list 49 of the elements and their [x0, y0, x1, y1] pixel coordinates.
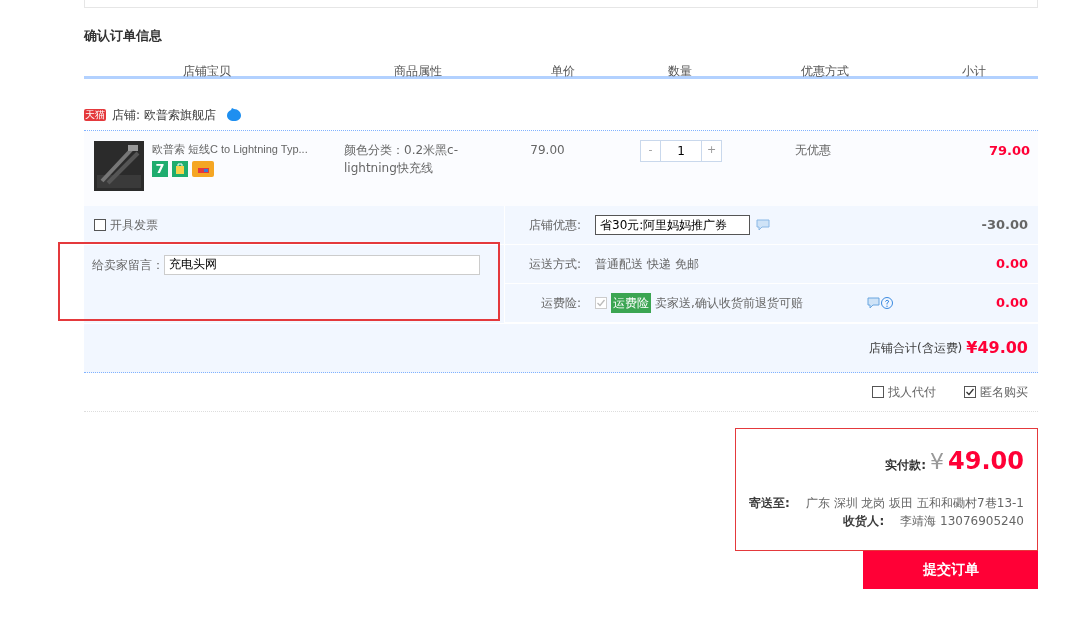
seven-day-icon: 7 — [152, 161, 168, 177]
column-header: 店铺宝贝 — [182, 62, 232, 80]
message-label: 给卖家留言： — [92, 256, 164, 274]
column-header: 优惠方式 — [800, 62, 850, 80]
checkbox-label: 找人代付 — [888, 383, 936, 401]
checkbox[interactable] — [872, 385, 884, 398]
checkbox-label: 匿名购买 — [980, 383, 1028, 401]
column-header: 单价 — [549, 62, 576, 80]
insurance-tag: 运费险 — [611, 292, 651, 313]
product-title[interactable]: 欧普索 短线C to Lightning Typ... — [152, 140, 308, 157]
bag-icon — [172, 161, 188, 177]
message-field[interactable]: 充电头网 — [164, 254, 480, 275]
amount: -30.00 — [981, 215, 1029, 234]
receiver-text: 李靖海 13076905240 — [900, 512, 1024, 530]
column-header: 商品属性 — [392, 62, 443, 80]
shop-total-amount: ¥49.00 — [966, 336, 1028, 359]
comment-icon[interactable] — [756, 218, 770, 231]
address-text: 广东 深圳 龙岗 坂田 五和和磡村7巷13-1 — [805, 494, 1024, 512]
unit-price: 79.00 — [529, 141, 566, 159]
option-label: 运送方式: — [527, 255, 582, 273]
amount: 0.00 — [995, 293, 1029, 312]
paid-amount: 49.00 — [948, 448, 1024, 473]
shop-name[interactable]: 店铺: 欧普索旗舰店 — [112, 105, 216, 124]
coupon-select[interactable]: 省30元:阿里妈妈推广券 — [595, 214, 750, 235]
submit-button[interactable]: 提交订单 — [863, 550, 1038, 589]
chat-icon[interactable] — [225, 107, 242, 122]
store-badge: 天猫 — [84, 108, 106, 121]
checkbox[interactable] — [964, 385, 976, 398]
address-label: 寄送至: — [749, 494, 790, 512]
amount: 0.00 — [995, 254, 1029, 273]
quantity-field[interactable]: 1 — [660, 140, 702, 161]
column-header: 数量 — [667, 62, 693, 80]
column-header: 小计 — [961, 62, 987, 80]
shipping-method: 普通配送 快递 免邮 — [595, 255, 699, 273]
product-attribute: 颜色分类：0.2米黑c-lightning快充线 — [344, 141, 459, 177]
subtotal: 79.00 — [987, 141, 1031, 160]
checkbox-label: 开具发票 — [110, 216, 158, 234]
discount-text: 无优惠 — [793, 141, 832, 159]
section-title: 确认订单信息 — [84, 27, 163, 45]
paid-label: 实付款: — [885, 456, 927, 474]
currency-symbol: ¥ — [930, 447, 945, 476]
comment-help-icon[interactable] — [866, 295, 895, 310]
checkbox[interactable] — [94, 218, 106, 231]
insurance-text: 卖家送,确认收货前退货可赔 — [655, 294, 803, 312]
card-icon — [192, 161, 214, 177]
shop-total-label: 店铺合计(含运费) — [868, 339, 963, 357]
receiver-label: 收货人: — [843, 512, 885, 530]
option-label: 运费险: — [539, 294, 582, 312]
option-label: 店铺优惠: — [527, 216, 582, 234]
